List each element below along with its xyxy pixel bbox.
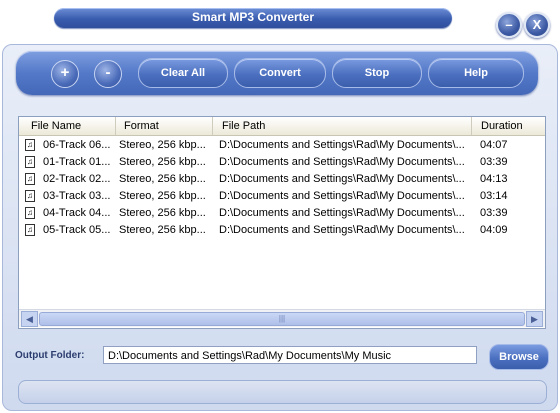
stop-button[interactable]: Stop (332, 58, 422, 88)
cell-duration: 04:13 (480, 173, 508, 185)
file-list[interactable]: File Name Format File Path Duration ♫ 06-… (18, 116, 546, 329)
cell-format: Stereo, 256 kbp... (119, 156, 206, 168)
cell-file-name: 06-Track 06... (43, 139, 111, 151)
cell-file-name: 04-Track 04... (43, 207, 111, 219)
cell-file-path: D:\Documents and Settings\Rad\My Documen… (219, 207, 465, 219)
column-file-name[interactable]: File Name (19, 117, 116, 135)
help-button[interactable]: Help (428, 58, 524, 88)
scroll-left-icon[interactable]: ◀ (21, 311, 38, 327)
table-row[interactable]: ♫ 04-Track 04... Stereo, 256 kbp... D:\Docu… (19, 205, 545, 222)
output-folder-label: Output Folder: (15, 350, 85, 361)
music-file-icon: ♫ (25, 156, 35, 168)
column-format[interactable]: Format (116, 117, 213, 135)
browse-button[interactable]: Browse (489, 344, 549, 370)
cell-file-path: D:\Documents and Settings\Rad\My Documen… (219, 156, 465, 168)
music-file-icon: ♫ (25, 190, 35, 202)
cell-format: Stereo, 256 kbp... (119, 173, 206, 185)
music-file-icon: ♫ (25, 224, 35, 236)
cell-file-name: 03-Track 03... (43, 190, 111, 202)
cell-file-path: D:\Documents and Settings\Rad\My Documen… (219, 173, 465, 185)
output-folder-field[interactable]: D:\Documents and Settings\Rad\My Documen… (103, 346, 477, 364)
list-header: File Name Format File Path Duration (19, 117, 545, 136)
column-duration[interactable]: Duration (472, 117, 545, 135)
status-bar (18, 380, 547, 404)
window-title: Smart MP3 Converter (191, 10, 315, 24)
music-file-icon: ♫ (25, 139, 35, 151)
cell-duration: 03:39 (480, 156, 508, 168)
table-row[interactable]: ♫ 03-Track 03... Stereo, 256 kbp... D:\Docu… (19, 188, 545, 205)
cell-format: Stereo, 256 kbp... (119, 224, 206, 236)
remove-file-button[interactable]: - (94, 60, 122, 88)
cell-duration: 04:07 (480, 139, 508, 151)
cell-format: Stereo, 256 kbp... (119, 139, 206, 151)
convert-button[interactable]: Convert (234, 58, 326, 88)
scroll-right-icon[interactable]: ▶ (526, 311, 543, 327)
close-button[interactable]: X (524, 12, 550, 38)
cell-file-path: D:\Documents and Settings\Rad\My Documen… (219, 190, 465, 202)
cell-format: Stereo, 256 kbp... (119, 207, 206, 219)
clear-all-button[interactable]: Clear All (138, 58, 228, 88)
cell-duration: 04:09 (480, 224, 508, 236)
cell-format: Stereo, 256 kbp... (119, 190, 206, 202)
horizontal-scrollbar[interactable]: ◀ ||| ▶ (19, 309, 545, 327)
table-row[interactable]: ♫ 05-Track 05... Stereo, 256 kbp... D:\Docu… (19, 222, 545, 239)
table-row[interactable]: ♫ 01-Track 01... Stereo, 256 kbp... D:\Docu… (19, 154, 545, 171)
table-row[interactable]: ♫ 02-Track 02... Stereo, 256 kbp... D:\Docu… (19, 171, 545, 188)
add-file-button[interactable]: + (51, 60, 79, 88)
cell-duration: 03:39 (480, 207, 508, 219)
column-file-path[interactable]: File Path (213, 117, 472, 135)
minimize-button[interactable]: – (496, 12, 522, 38)
music-file-icon: ♫ (25, 207, 35, 219)
scroll-thumb[interactable]: ||| (39, 312, 525, 326)
cell-duration: 03:14 (480, 190, 508, 202)
cell-file-name: 01-Track 01... (43, 156, 111, 168)
title-bar[interactable]: Smart MP3 Converter (54, 8, 452, 28)
music-file-icon: ♫ (25, 173, 35, 185)
cell-file-path: D:\Documents and Settings\Rad\My Documen… (219, 139, 465, 151)
table-row[interactable]: ♫ 06-Track 06... Stereo, 256 kbp... D:\Docu… (19, 137, 545, 154)
cell-file-path: D:\Documents and Settings\Rad\My Documen… (219, 224, 465, 236)
cell-file-name: 02-Track 02... (43, 173, 111, 185)
cell-file-name: 05-Track 05... (43, 224, 111, 236)
